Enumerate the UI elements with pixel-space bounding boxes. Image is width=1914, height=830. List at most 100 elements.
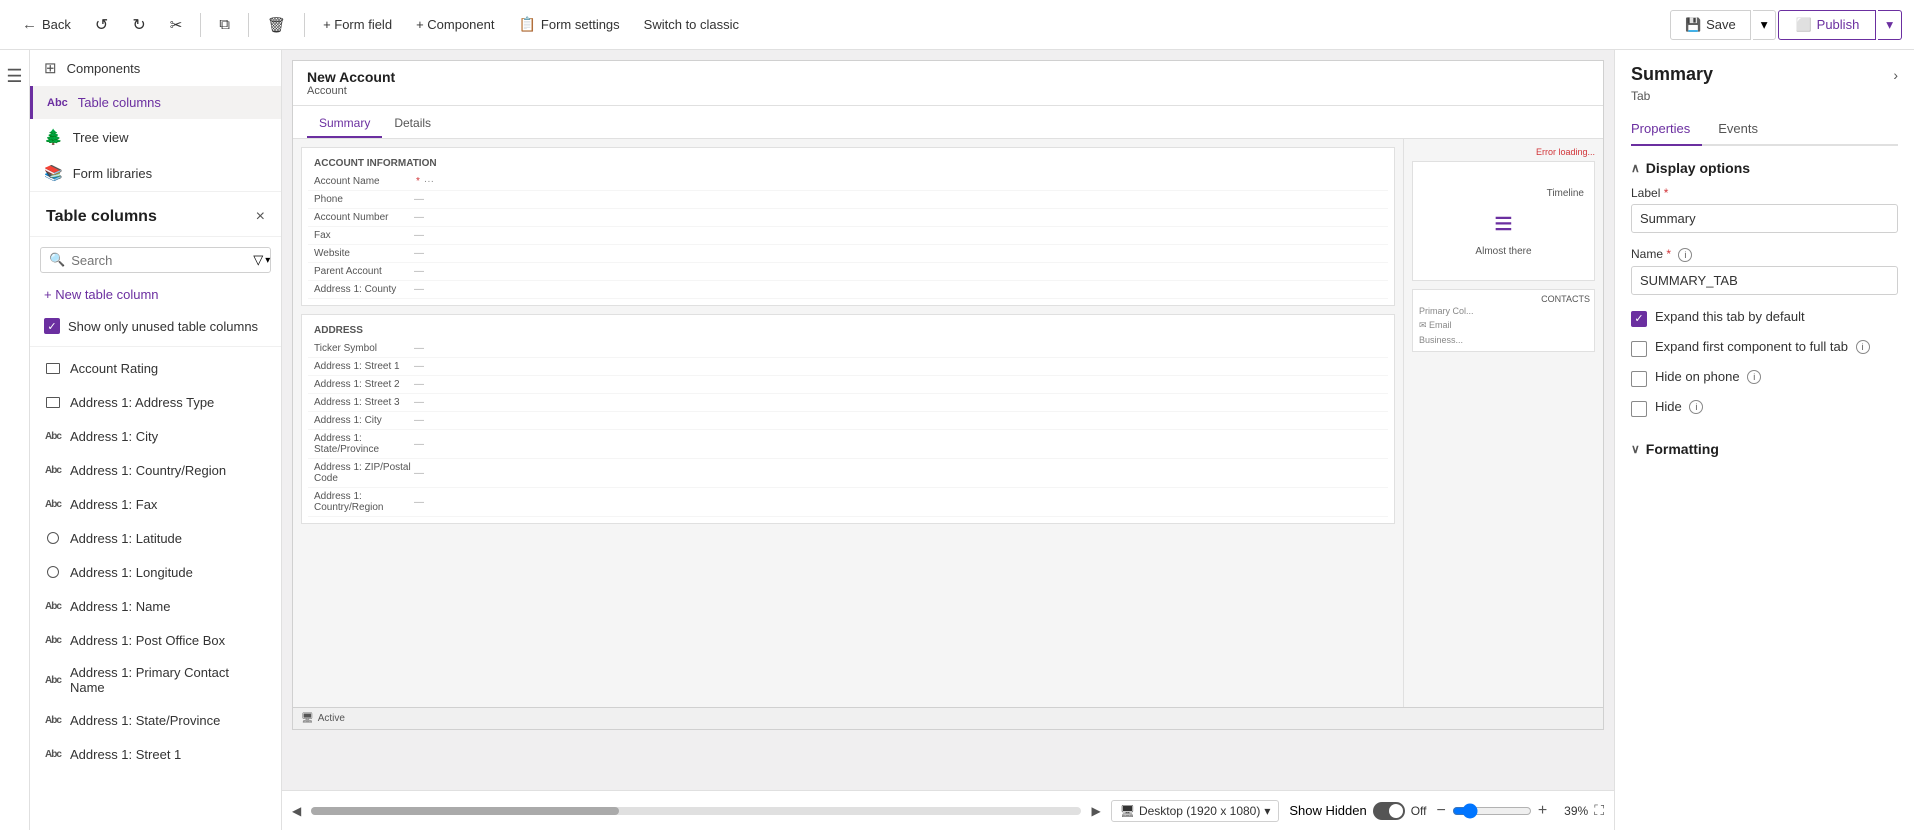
component-button[interactable]: + Component: [406, 11, 504, 38]
list-item[interactable]: Abc Address 1: Name: [30, 589, 281, 623]
publish-dropdown-button[interactable]: ▾: [1878, 10, 1902, 40]
main-layout: ☰ ⊞ Components Abc Table columns 🌲 Tree …: [0, 50, 1914, 830]
field-row: Address 1: State/Province —: [308, 430, 1388, 459]
undo-button[interactable]: ↺: [85, 9, 118, 41]
form-tabs: Summary Details: [293, 106, 1603, 139]
column-label: Address 1: Latitude: [70, 531, 182, 546]
name-input[interactable]: [1631, 266, 1898, 295]
display-options-section-header[interactable]: ∧ Display options: [1631, 146, 1898, 186]
sidebar-item-components[interactable]: ⊞ Components: [30, 50, 281, 86]
label-input[interactable]: [1631, 204, 1898, 233]
hide-info-icon[interactable]: i: [1689, 400, 1703, 414]
list-item[interactable]: Abc Address 1: City: [30, 419, 281, 453]
name-required: *: [1666, 247, 1671, 261]
status-label: Active: [318, 713, 345, 724]
form-field-button[interactable]: + Form field: [313, 11, 402, 38]
column-label: Address 1: Address Type: [70, 395, 214, 410]
list-item[interactable]: Abc Address 1: Primary Contact Name: [30, 657, 281, 703]
field-label: Account Number: [314, 212, 414, 223]
field-label: Ticker Symbol: [314, 343, 414, 354]
viewport-dropdown-icon: ▾: [1264, 804, 1270, 818]
hide-phone-info-icon[interactable]: i: [1747, 370, 1761, 384]
sidebar-item-table-columns[interactable]: Abc Table columns: [30, 86, 281, 119]
redo-button[interactable]: ↻: [122, 9, 155, 41]
sidebar-item-form-libraries[interactable]: 📚 Form libraries: [30, 155, 281, 191]
switch-classic-button[interactable]: Switch to classic: [634, 11, 749, 38]
form-subtitle: Account: [307, 85, 1589, 97]
field-label: Address 1: Country/Region: [314, 491, 414, 513]
list-item[interactable]: Account Rating: [30, 351, 281, 385]
back-icon: ←: [22, 16, 37, 33]
name-field-label: Name * i: [1631, 247, 1898, 262]
component-label: + Component: [416, 17, 494, 32]
close-panel-button[interactable]: ×: [256, 208, 265, 226]
column-label: Address 1: Longitude: [70, 565, 193, 580]
show-hidden-toggle[interactable]: [1373, 802, 1405, 820]
list-item[interactable]: Abc Address 1: Fax ···: [30, 487, 281, 521]
hide-phone-checkbox[interactable]: Hide on phone i: [1631, 369, 1898, 387]
menu-icon[interactable]: ☰: [0, 60, 28, 93]
formatting-section-header[interactable]: ∨ Formatting: [1631, 429, 1898, 463]
filter-dropdown-icon: ▾: [265, 255, 270, 266]
form-tab-details[interactable]: Details: [382, 110, 443, 138]
account-info-title: ACCOUNT INFORMATION: [308, 154, 1388, 173]
form-tab-summary[interactable]: Summary: [307, 110, 382, 138]
zoom-control: − + 39% ⛶: [1437, 802, 1605, 820]
field-row: Address 1: Country/Region —: [308, 488, 1388, 517]
viewport-button[interactable]: 🖥 Desktop (1920 x 1080) ▾: [1111, 800, 1280, 822]
formatting-label: Formatting: [1646, 441, 1719, 457]
expand-first-info-icon[interactable]: i: [1856, 340, 1870, 354]
viewport-label: Desktop (1920 x 1080): [1139, 804, 1260, 818]
form-right: Error loading... Timeline ≡ Almost there…: [1403, 139, 1603, 717]
scroll-right-icon[interactable]: ▶: [1091, 804, 1100, 818]
zoom-out-button[interactable]: −: [1437, 802, 1446, 820]
list-item[interactable]: Address 1: Longitude: [30, 555, 281, 589]
copy-button[interactable]: ⧉: [209, 10, 240, 39]
field-value: —: [414, 397, 424, 408]
save-dropdown-icon: ▾: [1761, 17, 1768, 32]
publish-button[interactable]: ⬜ Publish: [1778, 10, 1876, 40]
expand-tab-checkbox[interactable]: ✓ Expand this tab by default: [1631, 309, 1898, 327]
address-section: ADDRESS Ticker Symbol — Address 1: Stree…: [301, 314, 1395, 524]
form-settings-button[interactable]: 📋 Form settings: [508, 10, 629, 39]
status-bar: 🖥 Active: [293, 707, 1603, 729]
fit-to-screen-button[interactable]: ⛶: [1594, 802, 1604, 819]
sidebar-item-tree-view[interactable]: 🌲 Tree view: [30, 119, 281, 155]
cut-icon-button[interactable]: ✂: [160, 10, 193, 40]
name-info-icon[interactable]: i: [1678, 248, 1692, 262]
add-column-button[interactable]: + New table column: [30, 279, 281, 310]
zoom-in-button[interactable]: +: [1538, 802, 1547, 820]
column-label: Address 1: Post Office Box: [70, 633, 225, 648]
zoom-slider[interactable]: [1452, 803, 1532, 819]
scrollbar-track[interactable]: [311, 807, 1081, 815]
list-item[interactable]: Abc Address 1: State/Province: [30, 703, 281, 737]
list-item[interactable]: Address 1: Address Type: [30, 385, 281, 419]
save-button[interactable]: 💾 Save: [1670, 10, 1751, 40]
list-item[interactable]: Abc Address 1: Street 1: [30, 737, 281, 771]
left-panel-title: Table columns: [46, 208, 157, 226]
tab-events[interactable]: Events: [1718, 113, 1770, 146]
right-panel-chevron[interactable]: ›: [1893, 67, 1898, 83]
list-item[interactable]: Address 1: Latitude: [30, 521, 281, 555]
list-item[interactable]: Abc Address 1: Country/Region: [30, 453, 281, 487]
delete-button[interactable]: 🗑: [257, 10, 296, 40]
back-button[interactable]: ← Back: [12, 10, 81, 39]
save-dropdown-button[interactable]: ▾: [1753, 10, 1777, 40]
tab-properties[interactable]: Properties: [1631, 113, 1702, 146]
scroll-left-icon[interactable]: ◀: [292, 804, 301, 818]
search-input[interactable]: [71, 253, 247, 268]
list-item[interactable]: Abc Address 1: Post Office Box: [30, 623, 281, 657]
filter-button[interactable]: ▽ ▾: [253, 252, 270, 268]
col-icon-abc: Abc: [44, 711, 62, 729]
hide-label: Hide i: [1655, 399, 1703, 415]
tree-view-icon: 🌲: [44, 128, 63, 146]
show-unused-checkbox[interactable]: ✓ Show only unused table columns: [30, 310, 281, 342]
error-link[interactable]: Error loading...: [1412, 147, 1595, 157]
publish-icon: ⬜: [1795, 17, 1811, 33]
expand-first-checkbox[interactable]: Expand first component to full tab i: [1631, 339, 1898, 357]
field-row: Address 1: Street 1 —: [308, 358, 1388, 376]
name-field-group: Name * i: [1631, 247, 1898, 295]
form-inner: New Account Account Summary Details ACCO…: [292, 60, 1604, 780]
hide-checkbox[interactable]: Hide i: [1631, 399, 1898, 417]
field-label: Address 1: City: [314, 415, 414, 426]
